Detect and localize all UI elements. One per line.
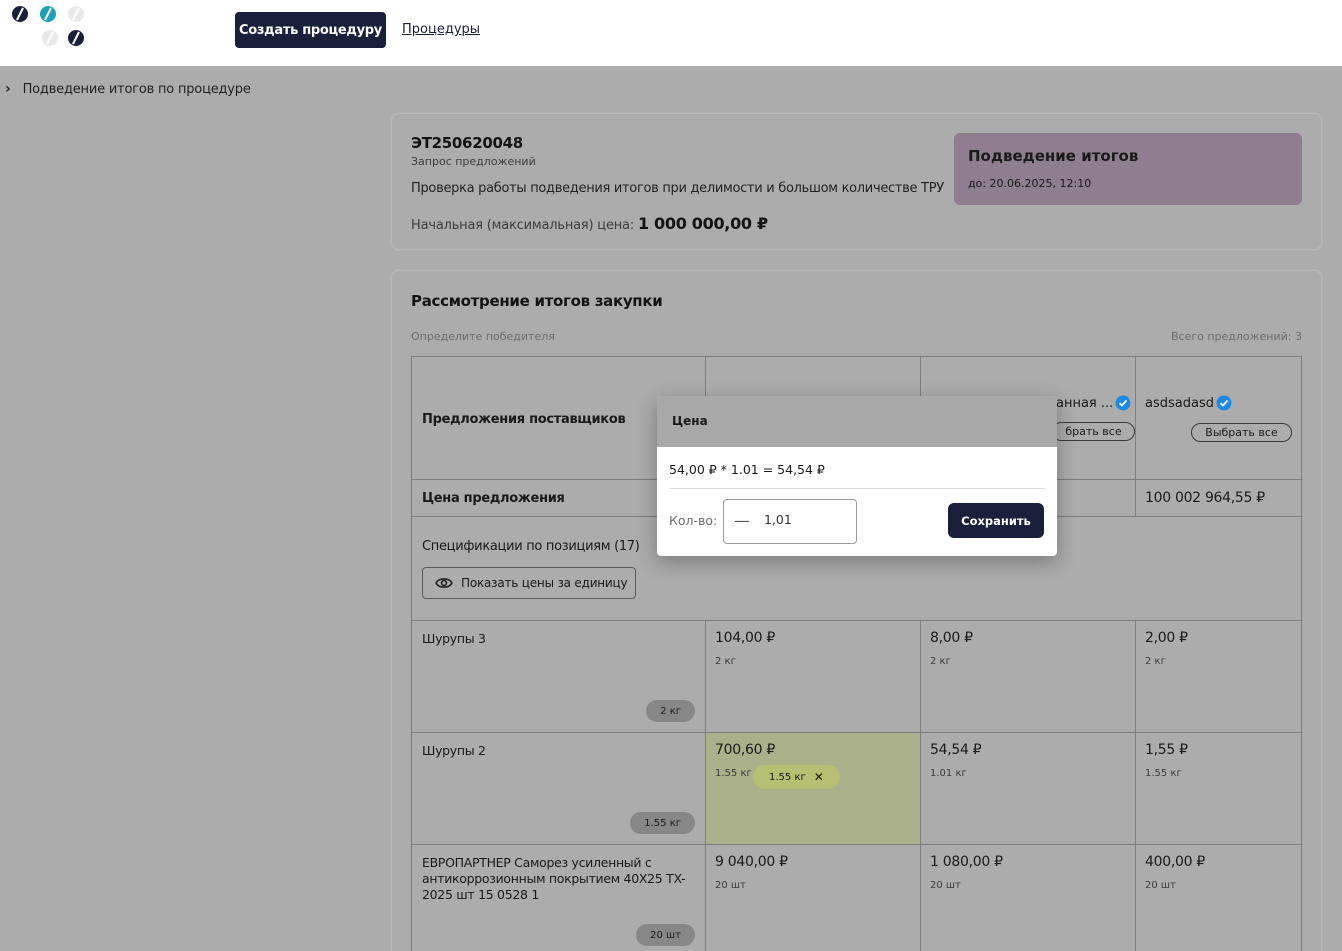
item-offer-cell[interactable]: 400,00 ₽ 20 шт	[1136, 845, 1303, 951]
qty-chip: 1.55 кг	[630, 812, 695, 834]
item-qty: 1.55 кг	[1145, 768, 1182, 779]
item-qty: 2 кг	[930, 656, 951, 667]
modal-header: Цена	[657, 396, 1057, 447]
item-qty: 2 кг	[715, 656, 736, 667]
selected-qty-label: 1.55 кг	[769, 771, 806, 783]
modal-title: Цена	[672, 414, 708, 428]
table-row: Шурупы 3 2 кг	[412, 621, 706, 733]
table-row: ЕВРОПАРТНЕР Саморез усиленный с антикорр…	[412, 845, 706, 951]
price-value: 1 000 000,00 ₽	[637, 214, 768, 233]
item-price: 400,00 ₽	[1145, 854, 1205, 870]
item-qty: 1.01 кг	[930, 768, 967, 779]
top-header: Создать процедуру Процедуры	[0, 0, 1342, 66]
quantity-stepper[interactable]: —	[723, 499, 857, 544]
quantity-label: Кол-во:	[669, 513, 718, 528]
decrement-icon[interactable]: —	[734, 511, 750, 530]
item-offer-cell-selected[interactable]: 700,60 ₽ 1.55 кг 1.55 кг ✕	[706, 733, 921, 845]
supplier-header-cell: asdsadasd Выбрать все	[1136, 357, 1303, 480]
procedure-id: ЭТ250620048	[411, 134, 523, 152]
eye-icon	[435, 578, 453, 588]
procedure-description: Проверка работы подведения итогов при де…	[411, 181, 944, 196]
procedures-link[interactable]: Процедуры	[402, 22, 480, 37]
item-qty: 20 шт	[930, 880, 961, 891]
item-price: 700,60 ₽	[715, 742, 775, 758]
procedure-summary-card: ЭТ250620048 Запрос предложений Проверка …	[391, 113, 1322, 250]
item-name: ЕВРОПАРТНЕР Саморез усиленный с антикорр…	[422, 855, 686, 902]
save-button[interactable]: Сохранить	[948, 503, 1044, 538]
offer-price-value: 100 002 964,55 ₽	[1145, 490, 1265, 506]
item-qty: 20 шт	[1145, 880, 1176, 891]
qty-chip: 2 кг	[646, 700, 695, 722]
verified-badge-icon	[1216, 395, 1232, 411]
show-unit-prices-button[interactable]: Показать цены за единицу	[422, 567, 636, 599]
status-badge: Подведение итогов до: 20.06.2025, 12:10	[954, 133, 1302, 205]
item-qty: 20 шт	[715, 880, 746, 891]
breadcrumb-label: Подведение итогов по процедуре	[22, 81, 251, 97]
status-title: Подведение итогов	[968, 147, 1139, 165]
verified-badge-icon	[1115, 395, 1131, 411]
item-price: 1,55 ₽	[1145, 742, 1188, 758]
spec-title: Спецификации по позициям (17)	[422, 539, 640, 554]
price-edit-modal: Цена 54,00 ₽ * 1.01 = 54,54 ₽ Кол-во: — …	[657, 396, 1057, 556]
create-procedure-button[interactable]: Создать процедуру	[235, 12, 386, 48]
item-price: 54,54 ₽	[930, 742, 982, 758]
item-price: 1 080,00 ₽	[930, 854, 1003, 870]
offer-price-cell: 100 002 964,55 ₽	[1136, 480, 1303, 517]
review-hint: Определите победителя	[411, 330, 555, 343]
selected-qty-chip[interactable]: 1.55 кг ✕	[753, 765, 840, 789]
status-deadline: до: 20.06.2025, 12:10	[968, 177, 1092, 190]
price-row-label: Цена предложения	[422, 491, 565, 506]
item-qty: 1.55 кг	[715, 768, 752, 779]
logo-icon[interactable]	[12, 6, 92, 50]
item-price: 8,00 ₽	[930, 630, 973, 646]
item-name: Шурупы 2	[422, 743, 486, 758]
item-price: 2,00 ₽	[1145, 630, 1188, 646]
divider	[669, 488, 1045, 489]
item-offer-cell[interactable]: 8,00 ₽ 2 кг	[921, 621, 1136, 733]
item-price: 104,00 ₽	[715, 630, 775, 646]
price-label: Начальная (максимальная) цена:	[411, 218, 634, 233]
item-name: Шурупы 3	[422, 631, 486, 646]
suppliers-row-label: Предложения поставщиков	[422, 412, 626, 427]
show-unit-prices-label: Показать цены за единицу	[461, 576, 628, 590]
supplier-name[interactable]: анная ...	[1056, 395, 1131, 411]
close-icon[interactable]: ✕	[814, 770, 824, 784]
item-offer-cell[interactable]: 1,55 ₽ 1.55 кг	[1136, 733, 1303, 845]
supplier-name[interactable]: asdsadasd	[1145, 395, 1232, 411]
select-all-button[interactable]: брать все	[1052, 422, 1135, 441]
procedure-type: Запрос предложений	[411, 155, 536, 168]
item-offer-cell[interactable]: 9 040,00 ₽ 20 шт	[706, 845, 921, 951]
procedure-price: Начальная (максимальная) цена: 1 000 000…	[411, 214, 768, 233]
qty-chip: 20 шт	[636, 924, 695, 946]
table-row: Шурупы 2 1.55 кг	[412, 733, 706, 845]
breadcrumb[interactable]: › Подведение итогов по процедуре	[5, 81, 251, 97]
review-title: Рассмотрение итогов закупки	[411, 292, 663, 310]
item-price: 9 040,00 ₽	[715, 854, 788, 870]
supplier-name-text: анная ...	[1056, 395, 1114, 411]
chevron-right-icon[interactable]: ›	[5, 81, 11, 97]
item-offer-cell[interactable]: 1 080,00 ₽ 20 шт	[921, 845, 1136, 951]
supplier-name-text: asdsadasd	[1145, 395, 1214, 411]
item-qty: 2 кг	[1145, 656, 1166, 667]
item-offer-cell[interactable]: 54,54 ₽ 1.01 кг	[921, 733, 1136, 845]
total-offers: Всего предложений: 3	[1170, 330, 1302, 343]
item-offer-cell[interactable]: 104,00 ₽ 2 кг	[706, 621, 921, 733]
price-formula: 54,00 ₽ * 1.01 = 54,54 ₽	[669, 462, 825, 477]
item-offer-cell[interactable]: 2,00 ₽ 2 кг	[1136, 621, 1303, 733]
select-all-button[interactable]: Выбрать все	[1191, 423, 1292, 442]
quantity-input[interactable]	[764, 512, 844, 527]
